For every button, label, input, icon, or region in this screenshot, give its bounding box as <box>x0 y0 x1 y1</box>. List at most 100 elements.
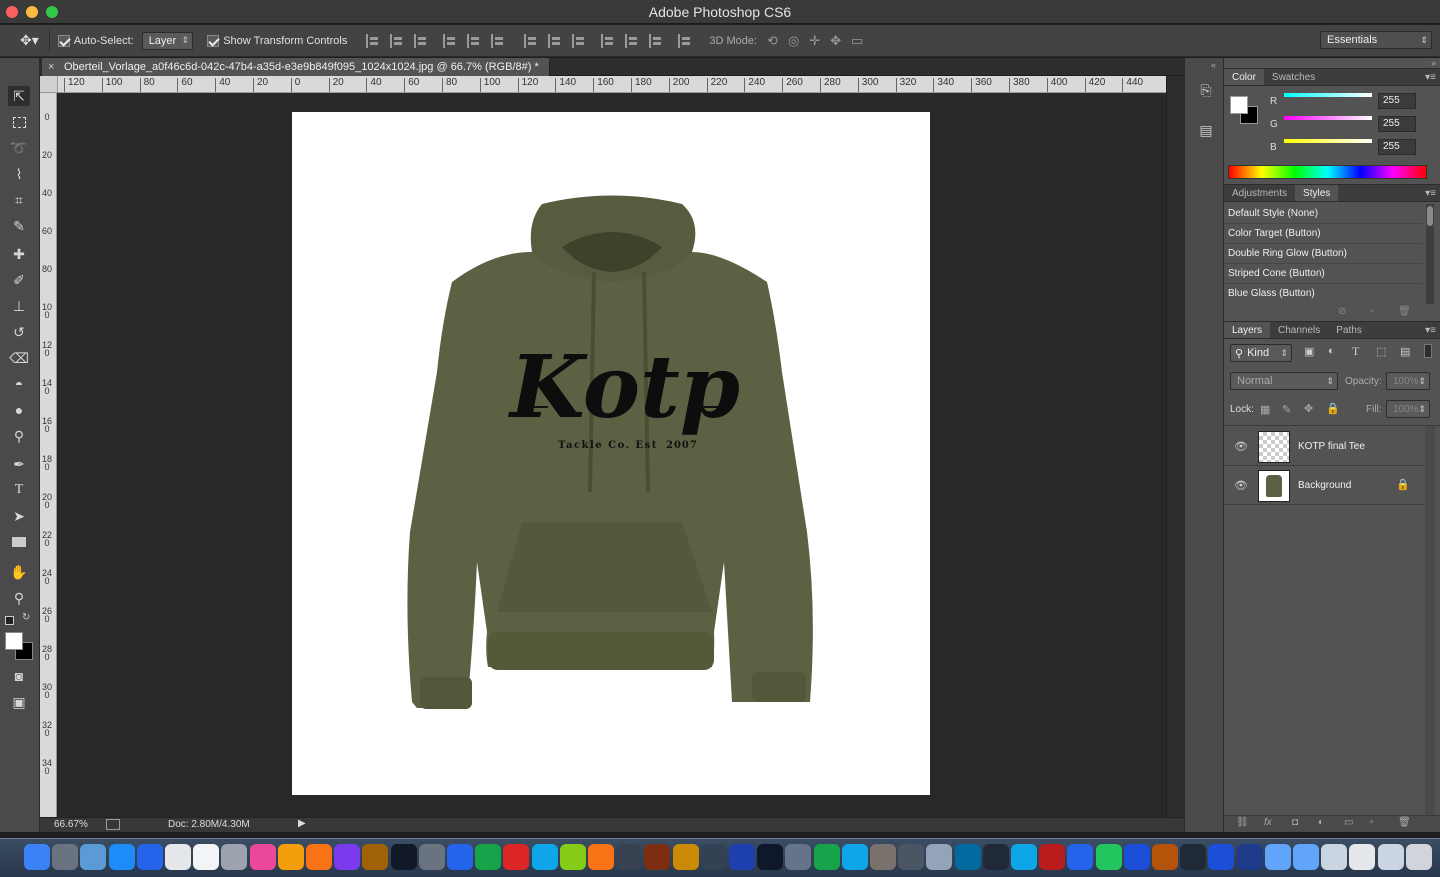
new-layer-icon[interactable]: ▫ <box>1370 817 1374 828</box>
dock-app-icon[interactable] <box>1236 844 1263 870</box>
style-item[interactable]: Default Style (None) <box>1224 204 1422 224</box>
distribute-bottom-icon[interactable] <box>572 33 586 48</box>
default-colors-icon[interactable] <box>5 616 14 625</box>
dock-app-icon[interactable] <box>306 844 332 870</box>
eyedropper-tool-icon[interactable]: ✎ <box>8 216 30 236</box>
zoom-level[interactable]: 66.67% <box>54 819 88 830</box>
b-slider[interactable] <box>1284 139 1372 143</box>
dock-app-icon[interactable] <box>1039 844 1066 870</box>
dock-app-icon[interactable] <box>1293 844 1319 870</box>
clone-stamp-tool-icon[interactable]: ⊥ <box>8 296 30 316</box>
tab-adjustments[interactable]: Adjustments <box>1224 185 1295 201</box>
lock-position-icon[interactable]: ✥ <box>1304 402 1313 415</box>
opacity-field[interactable]: 100% <box>1386 372 1430 390</box>
filter-smart-object-icon[interactable]: ▤ <box>1400 345 1410 358</box>
3d-rotate-icon[interactable]: ⟲ <box>767 33 778 49</box>
style-item[interactable]: Color Target (Button) <box>1224 224 1422 244</box>
dock-app-icon[interactable] <box>1152 844 1178 870</box>
dock-app-icon[interactable] <box>1067 844 1094 870</box>
dock-app-icon[interactable] <box>757 844 784 870</box>
align-top-icon[interactable] <box>366 33 380 48</box>
dock-app-icon[interactable] <box>1349 844 1376 870</box>
dock-app-icon[interactable] <box>841 844 868 870</box>
dock-app-icon[interactable] <box>447 844 473 870</box>
close-window-button[interactable] <box>6 6 18 18</box>
tab-layers[interactable]: Layers <box>1224 322 1271 338</box>
dock-app-icon[interactable] <box>813 844 840 870</box>
color-fg-swatch[interactable] <box>1230 96 1248 114</box>
filter-type-icon[interactable]: T <box>1352 344 1359 359</box>
filter-pixel-icon[interactable]: ▣ <box>1304 345 1314 358</box>
styles-scrollbar[interactable] <box>1426 204 1434 304</box>
dock-app-icon[interactable] <box>588 844 614 870</box>
distribute-right-icon[interactable] <box>649 33 663 48</box>
dock-app-icon[interactable] <box>644 844 671 870</box>
marquee-tool-icon[interactable] <box>8 112 30 132</box>
filter-toggle-icon[interactable] <box>1424 344 1432 358</box>
dock-app-icon[interactable] <box>475 844 502 870</box>
dock-app-icon[interactable] <box>108 844 135 870</box>
lock-all-icon[interactable]: 🔒 <box>1326 402 1340 415</box>
minimize-window-button[interactable] <box>26 6 38 18</box>
dock-app-icon[interactable] <box>193 844 220 870</box>
healing-brush-tool-icon[interactable]: ✚ <box>8 244 30 264</box>
visibility-eye-icon[interactable]: 👁 <box>1234 440 1248 453</box>
clear-style-icon[interactable]: ⊘ <box>1338 306 1346 317</box>
dock-app-icon[interactable] <box>136 844 163 870</box>
lasso-tool-icon[interactable]: ➰ <box>8 138 30 158</box>
dock-app-icon[interactable] <box>870 844 896 870</box>
layer-name[interactable]: Background <box>1298 480 1351 491</box>
ruler-origin[interactable] <box>40 76 58 93</box>
eraser-tool-icon[interactable]: ⌫ <box>8 348 30 368</box>
quick-select-tool-icon[interactable]: ⌇ <box>8 164 30 184</box>
align-bottom-icon[interactable] <box>414 33 428 48</box>
layers-scrollbar[interactable] <box>1425 426 1435 816</box>
new-style-icon[interactable]: ▫ <box>1370 306 1374 317</box>
blend-mode-dropdown[interactable]: Normal <box>1230 372 1338 390</box>
dock-app-icon[interactable] <box>362 844 389 870</box>
zoom-tool-icon[interactable]: ⚲ <box>8 588 30 608</box>
style-item[interactable]: Double Ring Glow (Button) <box>1224 244 1422 264</box>
dock-app-icon[interactable] <box>1011 844 1037 870</box>
dock-app-icon[interactable] <box>954 844 981 870</box>
dock-app-icon[interactable] <box>503 844 530 870</box>
history-panel-icon[interactable]: ⎘ <box>1195 82 1217 102</box>
pen-tool-icon[interactable]: ✒ <box>8 454 30 474</box>
tab-channels[interactable]: Channels <box>1270 322 1328 338</box>
panel-menu-icon[interactable]: ▾≡ <box>1425 72 1436 83</box>
close-tab-icon[interactable]: × <box>48 61 54 73</box>
3d-slide-icon[interactable]: ✥ <box>830 33 841 49</box>
style-item[interactable]: Blue Glass (Button) <box>1224 284 1422 304</box>
align-vcenter-icon[interactable] <box>390 33 404 48</box>
fill-field[interactable]: 100% <box>1386 400 1430 418</box>
distribute-top-icon[interactable] <box>524 33 538 48</box>
g-slider[interactable] <box>1284 116 1372 120</box>
brush-tool-icon[interactable]: ✐ <box>8 270 30 290</box>
layer-style-icon[interactable]: fx <box>1264 817 1272 828</box>
delete-layer-icon[interactable]: 🗑 <box>1398 817 1411 828</box>
dock-app-icon[interactable] <box>926 844 953 870</box>
dock-app-icon[interactable] <box>1377 844 1404 870</box>
dock-app-icon[interactable] <box>390 844 417 870</box>
dock-app-icon[interactable] <box>277 844 304 870</box>
dock-app-icon[interactable] <box>729 844 755 870</box>
blur-tool-icon[interactable]: ● <box>8 400 30 420</box>
r-slider[interactable] <box>1284 93 1372 97</box>
dock-app-icon[interactable] <box>700 844 727 870</box>
dock-app-icon[interactable] <box>1321 844 1348 870</box>
type-tool-icon[interactable]: T <box>8 480 30 500</box>
dodge-tool-icon[interactable]: ⚲ <box>8 426 30 446</box>
auto-align-icon[interactable] <box>678 33 692 48</box>
quick-mask-icon[interactable]: ◙ <box>8 666 30 686</box>
panels-collapse-icon[interactable]: » <box>1431 58 1436 68</box>
move-tool-icon[interactable]: ⇱ <box>8 86 30 106</box>
new-adjustment-icon[interactable]: ◐ <box>1318 817 1324 828</box>
distribute-left-icon[interactable] <box>601 33 615 48</box>
show-transform-checkbox[interactable] <box>207 34 220 47</box>
path-selection-tool-icon[interactable]: ➤ <box>8 506 30 526</box>
dock-app-icon[interactable] <box>1180 844 1207 870</box>
status-arrow-icon[interactable]: ▶ <box>298 818 306 829</box>
zoom-window-button[interactable] <box>46 6 58 18</box>
new-group-icon[interactable]: ▭ <box>1344 817 1353 828</box>
dock-app-icon[interactable] <box>52 844 79 870</box>
